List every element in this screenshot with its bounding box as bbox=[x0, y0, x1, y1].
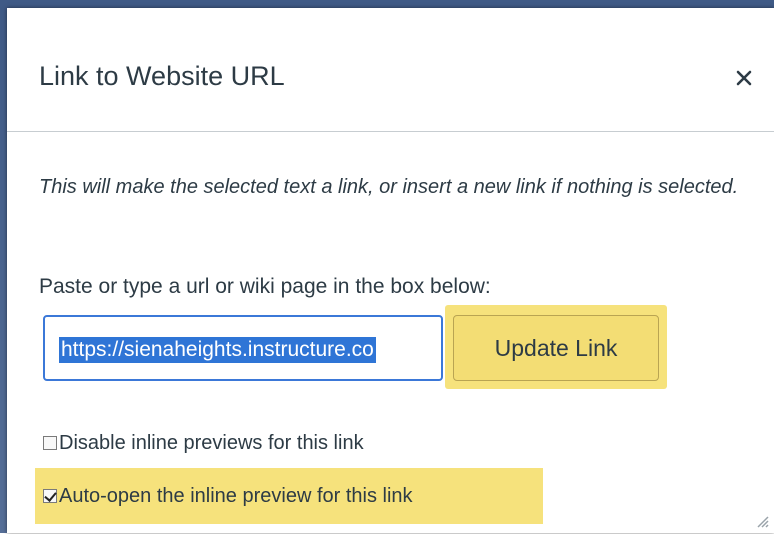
disable-previews-checkbox[interactable] bbox=[43, 436, 57, 450]
dialog-header: Link to Website URL bbox=[7, 8, 774, 132]
link-dialog: Link to Website URL This will make the s… bbox=[7, 8, 774, 533]
disable-previews-label: Disable inline previews for this link bbox=[59, 432, 364, 454]
close-icon[interactable] bbox=[732, 66, 756, 90]
url-input-value: https://sienaheights.instructure.co bbox=[59, 337, 376, 363]
url-input[interactable]: https://sienaheights.instructure.co bbox=[43, 315, 443, 381]
dialog-title: Link to Website URL bbox=[39, 61, 285, 91]
disable-previews-option[interactable]: Disable inline previews for this link bbox=[43, 430, 364, 456]
dialog-description: This will make the selected text a link,… bbox=[39, 176, 739, 198]
auto-open-preview-option[interactable]: Auto-open the inline preview for this li… bbox=[43, 483, 413, 509]
url-prompt-label: Paste or type a url or wiki page in the … bbox=[39, 275, 491, 298]
resize-grip-icon[interactable] bbox=[752, 511, 770, 529]
auto-open-preview-checkbox[interactable] bbox=[43, 489, 57, 503]
update-link-button[interactable]: Update Link bbox=[453, 315, 659, 381]
auto-open-preview-label: Auto-open the inline preview for this li… bbox=[59, 485, 413, 507]
